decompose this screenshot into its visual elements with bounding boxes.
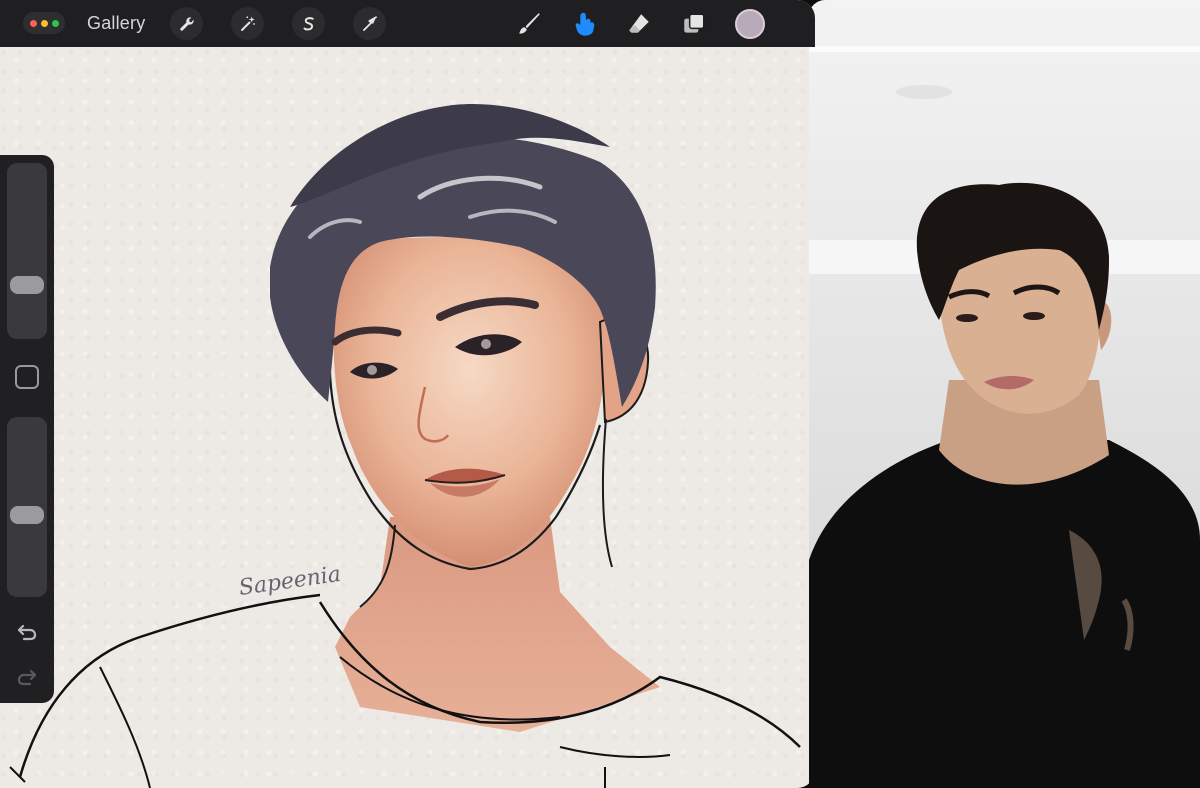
gallery-button[interactable]: Gallery [87, 13, 145, 34]
left-sidebar [0, 155, 54, 703]
reference-photo-image [809, 46, 1200, 788]
reference-photo [809, 0, 1200, 788]
opacity-slider[interactable] [7, 417, 47, 597]
close-dot[interactable] [29, 19, 37, 27]
brush-tool[interactable] [512, 8, 546, 40]
undo-icon[interactable] [13, 620, 41, 644]
smudge-icon [575, 12, 595, 36]
magic-wand-icon [240, 15, 255, 31]
eraser-icon [629, 14, 649, 33]
eraser-tool[interactable] [622, 8, 656, 40]
opacity-knob[interactable] [10, 505, 44, 524]
face-skin [333, 237, 607, 567]
shirt-shoulder-left [18, 593, 321, 778]
adjustments-button[interactable] [231, 7, 264, 40]
redo-icon[interactable] [13, 665, 41, 689]
drawing-canvas[interactable]: Sapeenia [0, 47, 815, 788]
brush-size-knob[interactable] [10, 275, 44, 294]
actions-button[interactable] [170, 7, 203, 40]
selection-s-icon [303, 16, 314, 30]
transform-button[interactable] [353, 7, 386, 40]
minimize-dot[interactable] [40, 19, 48, 27]
zoom-dot[interactable] [51, 19, 59, 27]
selection-button[interactable] [292, 7, 325, 40]
neck-line-right [601, 418, 613, 568]
portrait-artwork: Sapeenia [9, 103, 801, 788]
layers-button[interactable] [677, 8, 711, 40]
artist-signature: Sapeenia [237, 562, 342, 601]
brush-size-slider[interactable] [7, 163, 47, 339]
top-toolbar: Gallery [0, 0, 815, 47]
brush-icon [519, 13, 540, 34]
drawing-app: Gallery Sapeenia [0, 0, 815, 788]
smudge-tool[interactable] [568, 8, 602, 40]
modify-square-icon[interactable] [15, 365, 39, 389]
color-picker-button[interactable] [735, 9, 765, 39]
layers-icon [684, 13, 705, 33]
wrench-icon [179, 16, 194, 31]
window-controls[interactable] [23, 12, 65, 34]
arrow-transform-icon [362, 15, 377, 31]
